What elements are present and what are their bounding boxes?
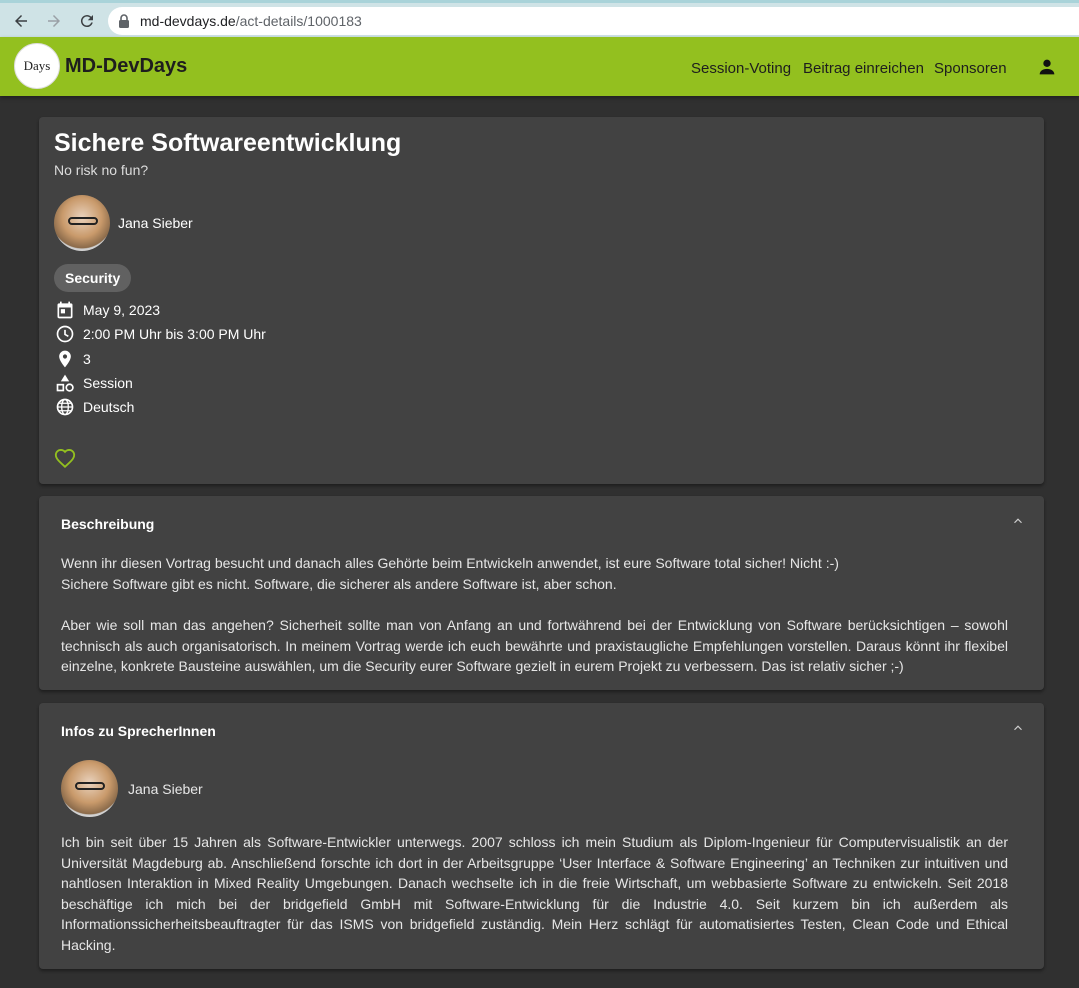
category-icon xyxy=(54,372,76,394)
forward-arrow-icon[interactable] xyxy=(42,9,66,33)
language-text: Deutsch xyxy=(83,399,135,415)
description-panel: Beschreibung Wenn ihr diesen Vortrag bes… xyxy=(39,496,1044,690)
url-host: md-devdays.de xyxy=(140,13,236,29)
tag-chip[interactable]: Security xyxy=(54,264,132,292)
speakers-panel: Infos zu SprecherInnen Jana Sieber Ich b… xyxy=(39,703,1044,969)
app-header: Days MD-DevDays Session-Voting Beitrag e… xyxy=(0,37,1079,96)
room-text: 3 xyxy=(83,351,91,367)
speaker-name[interactable]: Jana Sieber xyxy=(118,215,193,231)
description-paragraph: Aber wie soll man das angehen? Sicherhei… xyxy=(61,617,1008,674)
nav-session-voting[interactable]: Session-Voting xyxy=(691,60,791,77)
globe-icon xyxy=(54,396,76,418)
format-text: Session xyxy=(83,375,133,391)
description-title[interactable]: Beschreibung xyxy=(61,516,154,532)
address-bar[interactable]: md-devdays.de/act-details/1000183 xyxy=(108,7,1079,35)
time-row: 2:00 PM Uhr bis 3:00 PM Uhr xyxy=(54,323,266,345)
talk-title: Sichere Softwareentwicklung xyxy=(54,129,402,157)
site-logo[interactable]: Days xyxy=(14,43,60,89)
room-row: 3 xyxy=(54,348,91,370)
chevron-up-icon[interactable] xyxy=(1011,721,1025,735)
date-row: May 9, 2023 xyxy=(54,299,160,321)
language-row: Deutsch xyxy=(54,396,134,418)
lock-icon xyxy=(118,14,130,28)
url-path: /act-details/1000183 xyxy=(235,13,362,29)
favorite-heart-icon[interactable] xyxy=(54,448,76,470)
browser-toolbar: md-devdays.de/act-details/1000183 xyxy=(0,0,1079,37)
talk-subtitle: No risk no fun? xyxy=(54,162,149,178)
description-line-2: Sichere Software gibt es nicht. Software… xyxy=(61,576,617,592)
chevron-up-icon[interactable] xyxy=(1011,514,1025,528)
nav-sponsoren[interactable]: Sponsoren xyxy=(934,60,1007,77)
location-pin-icon xyxy=(54,348,76,370)
format-row: Session xyxy=(54,372,133,394)
account-icon[interactable] xyxy=(1036,56,1058,78)
speakers-title[interactable]: Infos zu SprecherInnen xyxy=(61,723,216,739)
time-text: 2:00 PM Uhr bis 3:00 PM Uhr xyxy=(83,326,266,342)
description-line-1: Wenn ihr diesen Vortrag besucht und dana… xyxy=(61,555,839,571)
talk-details-card: Sichere Softwareentwicklung No risk no f… xyxy=(39,117,1044,484)
speaker-bio-text: Ich bin seit über 15 Jahren als Software… xyxy=(61,834,1008,953)
clock-icon xyxy=(54,323,76,345)
speaker-bio-name: Jana Sieber xyxy=(128,781,203,797)
nav-beitrag-einreichen[interactable]: Beitrag einreichen xyxy=(803,60,924,77)
calendar-icon xyxy=(54,299,76,321)
speaker-bio-avatar xyxy=(61,760,118,817)
speaker-avatar[interactable] xyxy=(54,195,110,251)
reload-icon[interactable] xyxy=(75,9,99,33)
avatar-glasses xyxy=(68,217,98,225)
date-text: May 9, 2023 xyxy=(83,302,161,318)
avatar-glasses xyxy=(75,782,105,790)
brand-title[interactable]: MD-DevDays xyxy=(65,55,187,78)
logo-text: Days xyxy=(23,58,51,73)
back-arrow-icon[interactable] xyxy=(9,9,33,33)
